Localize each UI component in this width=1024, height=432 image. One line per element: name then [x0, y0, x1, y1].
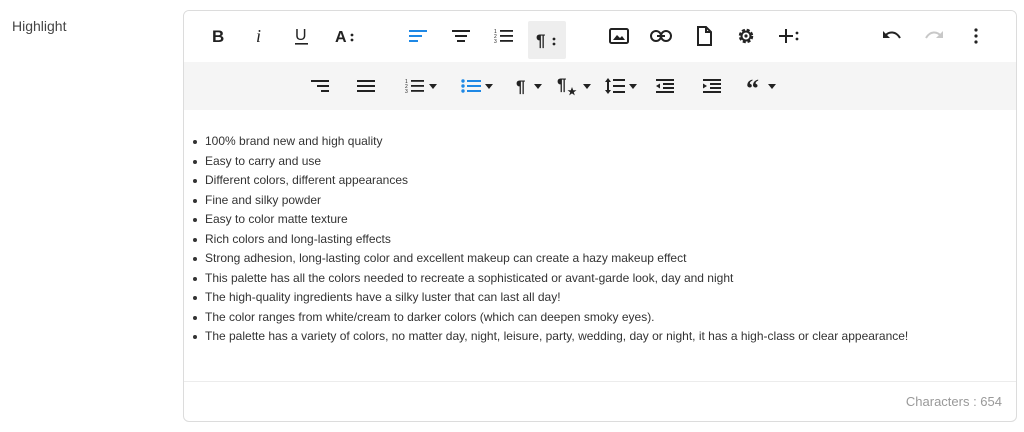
- insert-image-icon: [609, 28, 629, 44]
- italic-button[interactable]: i: [248, 17, 272, 55]
- bullet-list: 100% brand new and high quality Easy to …: [184, 132, 1016, 347]
- more-vertical-icon: [974, 28, 978, 44]
- outdent-icon: [656, 79, 674, 93]
- underline-icon: U: [295, 27, 308, 45]
- svg-text:A: A: [335, 29, 347, 44]
- chevron-down-icon: [429, 83, 437, 89]
- ordered-list-dropdown-button[interactable]: 123: [399, 67, 443, 105]
- align-left-button[interactable]: [405, 17, 431, 55]
- redo-button[interactable]: [921, 17, 947, 55]
- font-size-button[interactable]: A: [332, 17, 360, 55]
- rich-text-editor: B i U A 123 ¶ 1 2 3 ¶ ¶ 100% brand new a…: [183, 10, 1017, 422]
- list-item: The palette has a variety of colors, no …: [192, 327, 1016, 347]
- settings-icon: [738, 28, 754, 44]
- svg-text:i: i: [256, 28, 261, 44]
- list-item: Fine and silky powder: [192, 191, 1016, 211]
- editor-content[interactable]: 100% brand new and high quality Easy to …: [184, 110, 1016, 381]
- insert-link-icon: [650, 30, 672, 42]
- chevron-down-icon: [485, 83, 493, 89]
- unordered-list-dropdown-button[interactable]: [455, 67, 499, 105]
- undo-icon: [883, 31, 901, 39]
- svg-text:¶: ¶: [516, 77, 525, 95]
- list-item: Different colors, different appearances: [192, 171, 1016, 191]
- svg-text:3: 3: [405, 89, 408, 94]
- indent-button[interactable]: [699, 67, 725, 105]
- underline-button[interactable]: U: [290, 17, 314, 55]
- paragraph-format-button[interactable]: ¶: [528, 21, 566, 59]
- ordered-list-dropdown-icon: 123: [405, 79, 424, 94]
- settings-button[interactable]: [733, 17, 759, 55]
- list-item: The color ranges from white/cream to dar…: [192, 308, 1016, 328]
- list-item: This palette has all the colors needed t…: [192, 269, 1016, 289]
- chevron-down-icon: [629, 83, 637, 89]
- paragraph-format-star-icon: ¶: [557, 76, 577, 96]
- outdent-button[interactable]: [652, 67, 678, 105]
- paragraph-format-star-button[interactable]: ¶: [554, 67, 594, 105]
- toolbar-secondary: 123 ¶ ¶ “: [184, 62, 1016, 110]
- ordered-list-icon: 123: [494, 29, 513, 44]
- align-left-icon: [409, 30, 427, 42]
- paragraph-style-icon: ¶: [516, 77, 525, 95]
- list-item: The high-quality ingredients have a silk…: [192, 288, 1016, 308]
- toolbar-primary: B i U A 123 ¶: [184, 11, 1016, 62]
- font-size-icon: A: [335, 29, 354, 44]
- ordered-list-button[interactable]: 123: [491, 17, 517, 55]
- quote-icon: “: [746, 79, 759, 93]
- insert-image-button[interactable]: [606, 17, 632, 55]
- chevron-down-icon: [583, 83, 591, 89]
- list-item: Easy to color matte texture: [192, 210, 1016, 230]
- redo-icon: [925, 31, 943, 39]
- more-options-button[interactable]: [965, 17, 987, 55]
- more-insert-button[interactable]: [776, 17, 804, 55]
- quote-button[interactable]: “: [743, 67, 779, 105]
- insert-file-icon: [697, 26, 712, 46]
- more-insert-icon: [779, 29, 799, 43]
- insert-file-button[interactable]: [691, 17, 717, 55]
- align-justify-button[interactable]: [354, 67, 378, 105]
- bold-icon: B: [212, 28, 224, 44]
- indent-icon: [703, 79, 721, 93]
- list-item: Easy to carry and use: [192, 152, 1016, 172]
- align-justify-icon: [357, 80, 375, 92]
- svg-text:¶: ¶: [557, 76, 566, 94]
- list-item: Strong adhesion, long-lasting color and …: [192, 249, 1016, 269]
- italic-icon: i: [256, 28, 261, 44]
- undo-button[interactable]: [879, 17, 905, 55]
- chevron-down-icon: [768, 83, 776, 89]
- align-right-icon: [311, 80, 329, 92]
- svg-text:3: 3: [494, 39, 497, 44]
- unordered-list-dropdown-icon: [461, 79, 481, 93]
- line-height-icon: [605, 78, 625, 94]
- character-count: Characters : 654: [905, 394, 1002, 409]
- editor-footer: Characters : 654: [184, 381, 1016, 421]
- bold-button[interactable]: B: [206, 17, 230, 55]
- paragraph-format-icon: ¶: [536, 31, 556, 49]
- list-item: 100% brand new and high quality: [192, 132, 1016, 152]
- chevron-down-icon: [534, 83, 542, 89]
- svg-text:¶: ¶: [536, 31, 545, 49]
- svg-text:B: B: [212, 28, 224, 44]
- list-item: Rich colors and long-lasting effects: [192, 230, 1016, 250]
- svg-text:U: U: [295, 27, 307, 44]
- paragraph-style-button[interactable]: ¶: [511, 67, 547, 105]
- align-center-button[interactable]: [448, 17, 474, 55]
- align-right-button[interactable]: [308, 67, 332, 105]
- field-label: Highlight: [12, 18, 67, 34]
- align-center-icon: [452, 30, 470, 42]
- svg-text:“: “: [746, 79, 759, 93]
- line-height-button[interactable]: [602, 67, 640, 105]
- insert-link-button[interactable]: [648, 17, 674, 55]
